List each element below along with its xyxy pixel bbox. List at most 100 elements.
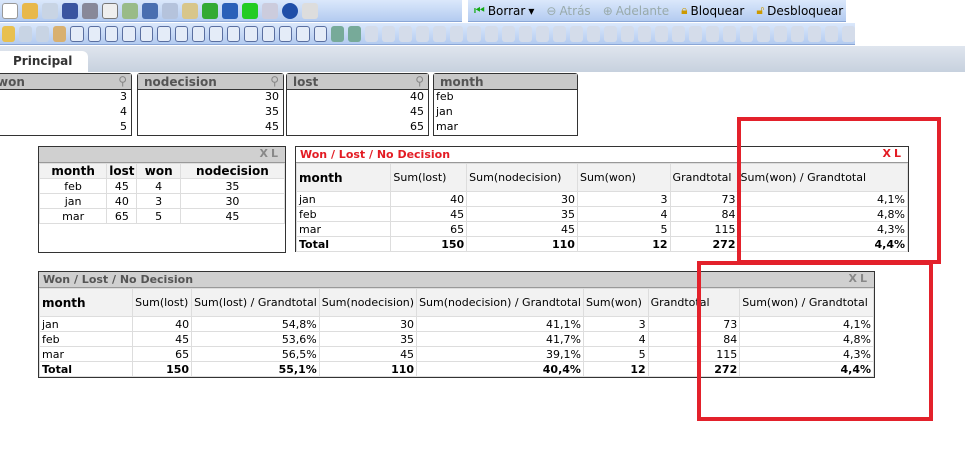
table-cell[interactable]: 4 (582, 331, 649, 347)
print-icon[interactable] (82, 2, 98, 19)
design-tool-icon[interactable] (637, 25, 651, 42)
table-cell[interactable]: 45 (179, 208, 286, 224)
design-tool-icon[interactable] (808, 25, 822, 42)
clear-button[interactable]: ⏮ Borrar ▾ (470, 3, 538, 18)
check-icon[interactable] (202, 2, 218, 19)
design-tool-icon[interactable] (313, 25, 328, 42)
edit-script-icon[interactable] (102, 2, 118, 19)
table-cell[interactable]: 12 (582, 361, 649, 377)
search-icon[interactable]: ⚲ (415, 74, 424, 88)
chart-wizard-icon[interactable] (222, 2, 238, 19)
column-header[interactable]: Sum(nodecision) / Grandtotal (416, 288, 584, 317)
table-cell[interactable]: mar (38, 346, 134, 362)
table-cell[interactable]: 54,8% (191, 316, 320, 332)
column-header[interactable]: Grandtotal (669, 163, 739, 192)
listbox-value[interactable]: 45 (138, 120, 283, 135)
listbox-value[interactable]: 65 (287, 120, 428, 135)
reload-data-icon[interactable] (122, 2, 138, 19)
table-cell[interactable]: Total (38, 361, 134, 377)
column-header[interactable]: Sum(lost) (132, 288, 193, 317)
table-cell[interactable]: feb (38, 178, 108, 194)
column-header[interactable]: Sum(nodecision) (318, 288, 418, 317)
design-tool-icon[interactable] (157, 25, 171, 42)
table-cell[interactable]: 39,1% (416, 346, 584, 362)
table-cell[interactable]: 3 (576, 191, 671, 207)
search-icon[interactable] (182, 2, 198, 19)
table-cell[interactable]: 65 (132, 346, 193, 362)
column-header[interactable]: month (295, 163, 392, 192)
undo-icon[interactable] (142, 2, 158, 19)
design-tool-icon[interactable] (603, 25, 617, 42)
table-cell[interactable]: 53,6% (191, 331, 320, 347)
table-cell[interactable]: 30 (466, 191, 578, 207)
table-cell[interactable]: 56,5% (191, 346, 320, 362)
table-cell[interactable]: 115 (669, 221, 739, 237)
design-tool-icon[interactable] (2, 25, 16, 42)
design-tool-icon[interactable] (757, 25, 771, 42)
table-cell[interactable]: 30 (179, 193, 286, 209)
table-cell[interactable]: jan (295, 191, 392, 207)
design-tool-icon[interactable] (842, 25, 856, 42)
design-tool-icon[interactable] (279, 25, 293, 42)
caption-icons[interactable]: XL (260, 147, 282, 160)
table-cell[interactable]: 55,1% (191, 361, 320, 377)
table-cell[interactable]: 65 (390, 221, 468, 237)
column-header[interactable]: lost (106, 163, 138, 179)
table-cell[interactable]: 35 (466, 206, 578, 222)
column-header[interactable]: Sum(won) (576, 163, 671, 192)
listbox-value[interactable]: 45 (287, 105, 428, 120)
edit-icon[interactable] (262, 2, 278, 19)
design-tool-icon[interactable] (791, 25, 805, 42)
design-tool-icon[interactable] (348, 25, 362, 42)
design-tool-icon[interactable] (433, 25, 447, 42)
design-tool-icon[interactable] (244, 25, 258, 42)
table-cell[interactable]: 45 (132, 331, 193, 347)
design-tool-icon[interactable] (501, 25, 515, 42)
table-cell[interactable]: 4 (576, 206, 671, 222)
column-header[interactable]: nodecision (179, 163, 286, 179)
design-tool-icon[interactable] (209, 25, 223, 42)
column-header[interactable]: month (38, 163, 108, 179)
table-cell[interactable]: 73 (669, 191, 739, 207)
design-tool-icon[interactable] (416, 25, 430, 42)
table-cell[interactable]: 30 (318, 316, 418, 332)
table-cell[interactable]: feb (38, 331, 134, 347)
table-cell[interactable]: 12 (576, 236, 671, 252)
table-cell[interactable]: 45 (106, 178, 138, 194)
design-tool-icon[interactable] (104, 25, 119, 42)
listbox-value[interactable]: 40 (287, 90, 428, 105)
design-tool-icon[interactable] (739, 25, 753, 42)
listbox-value[interactable]: jan (434, 105, 577, 120)
table-cell[interactable]: 65 (106, 208, 138, 224)
design-tool-icon[interactable] (654, 25, 668, 42)
design-tool-icon[interactable] (825, 25, 839, 42)
design-tool-icon[interactable] (53, 25, 67, 42)
design-tool-icon[interactable] (552, 25, 566, 42)
table-cell[interactable]: jan (38, 193, 108, 209)
table-cell[interactable]: 5 (136, 208, 181, 224)
table-cell[interactable]: 110 (466, 236, 578, 252)
column-header[interactable]: Sum(won) (582, 288, 649, 317)
column-header[interactable]: month (38, 288, 134, 317)
design-tool-icon[interactable] (535, 25, 549, 42)
table-cell[interactable]: 5 (582, 346, 649, 362)
design-tool-icon[interactable] (36, 25, 50, 42)
open-icon[interactable] (22, 2, 38, 19)
forward-button[interactable]: ⊕ Adelante (599, 4, 673, 18)
search-icon[interactable]: ⚲ (118, 74, 127, 88)
design-tool-icon[interactable] (586, 25, 600, 42)
design-tool-icon[interactable] (226, 25, 241, 42)
table-cell[interactable]: 110 (318, 361, 418, 377)
design-tool-icon[interactable] (296, 25, 310, 42)
design-tool-icon[interactable] (365, 25, 379, 42)
design-tool-icon[interactable] (705, 25, 719, 42)
table-cell[interactable]: 4 (136, 178, 181, 194)
new-icon[interactable] (2, 2, 18, 19)
table-cell[interactable]: jan (38, 316, 134, 332)
design-tool-icon[interactable] (174, 25, 188, 42)
table-cell[interactable]: 40 (390, 191, 468, 207)
table-cell[interactable]: 84 (669, 206, 739, 222)
table-cell[interactable]: 41,1% (416, 316, 584, 332)
table-cell[interactable]: 150 (132, 361, 193, 377)
redo-icon[interactable] (162, 2, 178, 19)
